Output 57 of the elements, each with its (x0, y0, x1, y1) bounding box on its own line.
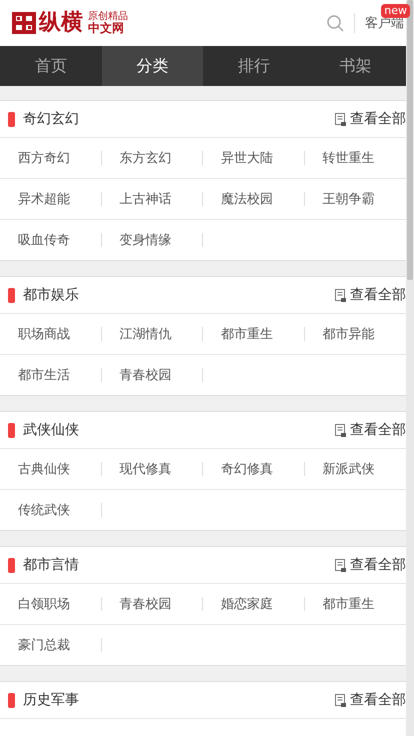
category-link[interactable]: 青春校园 (120, 366, 172, 384)
section-marker-icon (8, 558, 15, 572)
category-link[interactable]: 传统武侠 (18, 501, 70, 519)
category-link[interactable]: 江湖情仇 (120, 325, 172, 343)
category-link[interactable]: 王朝争霸 (322, 190, 374, 208)
category-link[interactable]: 都市生活 (18, 366, 70, 384)
category-link[interactable]: 都市重生 (322, 595, 374, 613)
nav-tab[interactable]: 书架 (304, 46, 406, 86)
category-link[interactable]: 变身情缘 (120, 231, 172, 249)
new-badge: new (381, 4, 410, 18)
section-marker-icon (8, 288, 15, 302)
category-link[interactable]: 白领职场 (18, 595, 70, 613)
nav-tab[interactable]: 排行 (203, 46, 304, 86)
nav-tab[interactable]: 首页 (0, 46, 102, 86)
category-link[interactable]: 西方奇幻 (18, 149, 70, 167)
category-link[interactable]: 都市重生 (221, 325, 273, 343)
document-icon (335, 558, 346, 572)
section-title: 都市言情 (23, 556, 79, 574)
view-all-link[interactable]: 查看全部 (335, 556, 406, 574)
section-marker-icon (8, 422, 15, 438)
category-link[interactable]: 豪门总裁 (18, 636, 70, 654)
search-icon[interactable] (327, 14, 344, 32)
category-link[interactable]: 吸血传奇 (18, 231, 70, 249)
category-link[interactable]: 青春校园 (120, 595, 172, 613)
view-all-link[interactable]: 查看全部 (335, 421, 406, 439)
section-marker-icon (8, 692, 15, 708)
logo-title: 纵横 (39, 12, 83, 34)
category-link[interactable]: 异世大陆 (221, 149, 273, 167)
section-title: 历史军事 (23, 691, 79, 709)
logo-tagline: 原创精品 (88, 11, 128, 22)
view-all-link[interactable]: 查看全部 (335, 286, 406, 304)
category-link[interactable]: 职场商战 (18, 325, 70, 343)
section-title: 都市娱乐 (23, 286, 79, 304)
section-title: 奇幻玄幻 (23, 110, 79, 128)
scrollbar[interactable] (406, 0, 414, 736)
logo-emblem-icon (12, 12, 36, 34)
category-link[interactable]: 新派武侠 (322, 460, 374, 478)
category-link[interactable]: 现代修真 (120, 460, 172, 478)
category-link[interactable]: 上古神话 (120, 190, 172, 208)
category-link[interactable]: 婚恋家庭 (221, 595, 273, 613)
document-icon (335, 288, 346, 302)
category-link[interactable]: 魔法校园 (221, 190, 273, 208)
category-link[interactable]: 转世重生 (322, 149, 374, 167)
document-icon (335, 424, 346, 436)
nav-tab[interactable]: 分类 (102, 46, 203, 86)
category-link[interactable]: 东方玄幻 (120, 149, 172, 167)
category-link[interactable]: 异术超能 (18, 190, 70, 208)
view-all-link[interactable]: 查看全部 (335, 110, 406, 128)
section-marker-icon (8, 112, 15, 126)
category-link[interactable]: 奇幻修真 (221, 460, 273, 478)
section-title: 武侠仙侠 (23, 421, 79, 439)
logo-subtitle: 中文网 (88, 22, 124, 35)
document-icon (335, 694, 346, 706)
category-link[interactable]: 都市异能 (322, 325, 374, 343)
category-link[interactable]: 古典仙侠 (18, 460, 70, 478)
document-icon (335, 112, 346, 126)
view-all-link[interactable]: 查看全部 (335, 691, 406, 709)
